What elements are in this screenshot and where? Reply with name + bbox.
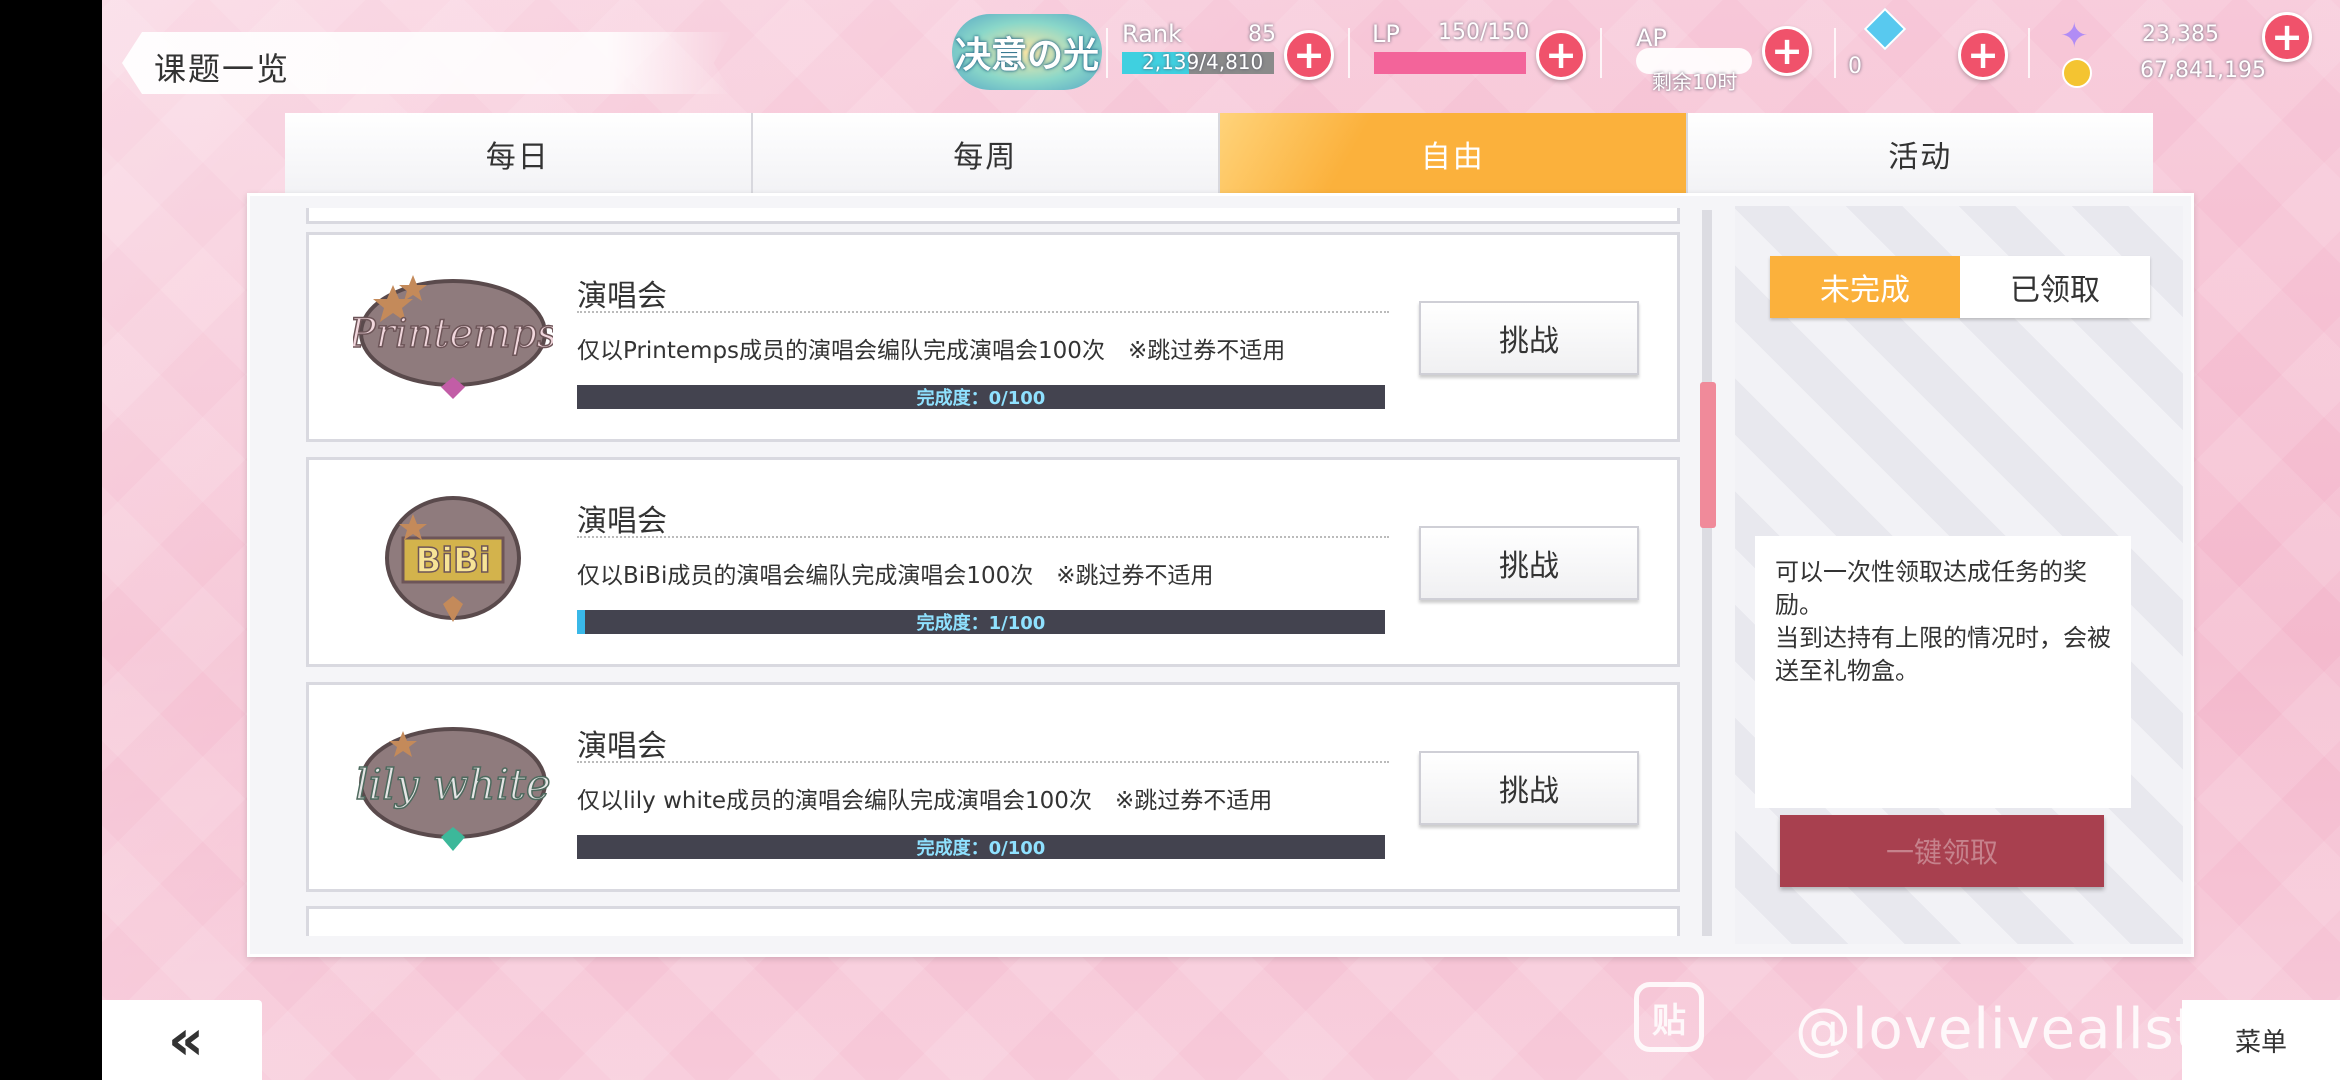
lp-label: LP (1372, 20, 1400, 48)
star-gem-count: 23,385 (2142, 22, 2219, 47)
printemps-emblem-icon: Printemps (353, 275, 553, 399)
rank-value: 85 (1248, 22, 1276, 47)
lp-value: 150/150 (1438, 20, 1530, 45)
event-logo: 决意の光 (952, 14, 1102, 90)
filter-incomplete[interactable]: 未完成 (1770, 256, 1960, 318)
rank-plus-button[interactable]: + (1284, 30, 1334, 80)
status-filter: 未完成 已领取 (1770, 256, 2150, 318)
task-title: 演唱会 (577, 504, 667, 539)
task-card: lily white 演唱会 仅以lily white成员的演唱会编队完成演唱会… (306, 682, 1680, 892)
lp-plus-button[interactable]: + (1536, 30, 1586, 80)
divider (1834, 28, 1836, 78)
back-button[interactable]: « (102, 1000, 262, 1080)
lp-bar (1374, 52, 1526, 74)
lily-white-emblem-icon: lily white (354, 727, 552, 851)
task-title: 演唱会 (577, 279, 667, 314)
task-description: 仅以BiBi成员的演唱会编队完成演唱会100次 ※跳过券不适用 (577, 563, 1214, 589)
info-note: 可以一次性领取达成任务的奖励。 当到达持有上限的情况时，会被送至礼物盒。 (1755, 536, 2131, 808)
category-tabs: 每日 每周 自由 活动 (285, 113, 2153, 195)
tab-weekly[interactable]: 每周 (752, 113, 1220, 195)
challenge-button[interactable]: 挑战 (1419, 751, 1639, 825)
rank-label: Rank (1122, 20, 1182, 48)
menu-button[interactable]: 菜单 (2182, 1000, 2340, 1080)
task-progress-bar: 完成度：0/100 (577, 835, 1385, 859)
task-card: Printemps 演唱会 仅以Printemps成员的演唱会编队完成演唱会10… (306, 232, 1680, 442)
task-card: BiBi 演唱会 仅以BiBi成员的演唱会编队完成演唱会100次 ※跳过券不适用… (306, 457, 1680, 667)
scrollbar-thumb[interactable] (1700, 382, 1716, 528)
divider (1600, 28, 1602, 78)
svg-text:lily white: lily white (355, 760, 551, 809)
gold-coin-icon (2062, 58, 2092, 88)
filter-claimed[interactable]: 已领取 (1960, 256, 2150, 318)
divider (577, 536, 1389, 538)
gold-count: 67,841,195 (2140, 58, 2266, 83)
star-gem-icon: ✦ (2060, 16, 2089, 56)
svg-text:Printemps: Printemps (353, 311, 553, 357)
task-progress-bar: 完成度：0/100 (577, 385, 1385, 409)
task-progress-text: 完成度：0/100 (916, 388, 1046, 409)
svg-text:BiBi: BiBi (415, 541, 490, 581)
challenge-button[interactable]: 挑战 (1419, 301, 1639, 375)
lp-bar-fill (1374, 52, 1526, 74)
gem-plus-button[interactable]: + (1958, 30, 2008, 80)
tab-daily[interactable]: 每日 (285, 113, 753, 195)
divider (1106, 28, 1108, 78)
list-item-edge (306, 208, 1680, 224)
ap-sub: 剩余10时 (1652, 70, 1738, 94)
note-line: 可以一次性领取达成任务的奖励。 (1775, 558, 2087, 619)
bibi-emblem-icon: BiBi (385, 496, 521, 622)
divider (577, 761, 1389, 763)
task-description: 仅以lily white成员的演唱会编队完成演唱会100次 ※跳过券不适用 (577, 788, 1273, 814)
star-gem-plus-button[interactable]: + (2262, 12, 2312, 62)
task-progress-text: 完成度：1/100 (916, 613, 1046, 634)
divider (2028, 28, 2030, 78)
exp-text: 2,139/4,810 (1142, 50, 1264, 74)
divider (577, 311, 1389, 313)
claim-all-button[interactable]: 一键领取 (1780, 815, 2104, 887)
list-item-edge (306, 906, 1680, 936)
task-description: 仅以Printemps成员的演唱会编队完成演唱会100次 ※跳过券不适用 (577, 338, 1286, 364)
task-progress-text: 完成度：0/100 (916, 838, 1046, 859)
tab-free[interactable]: 自由 (1220, 113, 1688, 195)
tab-event[interactable]: 活动 (1687, 113, 2153, 195)
tieba-icon: 贴 (1634, 982, 1704, 1052)
gem-count: 0 (1848, 54, 1862, 79)
divider (1348, 28, 1350, 78)
challenge-button[interactable]: 挑战 (1419, 526, 1639, 600)
task-title: 演唱会 (577, 729, 667, 764)
note-line: 当到达持有上限的情况时，会被送至礼物盒。 (1775, 624, 2111, 685)
scrollbar-track[interactable] (1702, 210, 1712, 936)
ap-plus-button[interactable]: + (1762, 26, 1812, 76)
task-progress-bar: 完成度：1/100 (577, 610, 1385, 634)
page-title: 课题一览 (154, 50, 291, 88)
task-list[interactable]: Printemps 演唱会 仅以Printemps成员的演唱会编队完成演唱会10… (262, 208, 1802, 936)
